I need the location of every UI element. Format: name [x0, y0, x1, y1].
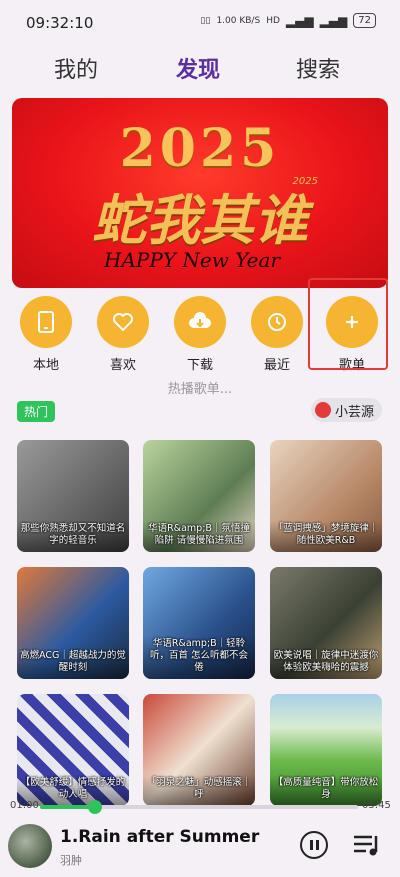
- quick-download-label: 下载: [186, 358, 213, 373]
- playlist-card[interactable]: 「羽泉之魅」动感摇滚｜呼: [143, 694, 255, 806]
- song-artist: 羽肿: [60, 854, 82, 867]
- history-icon: [268, 313, 286, 331]
- playlist-caption: 华语R&amp;B｜轻聆听，百首 怎么听都不会倦: [143, 636, 255, 679]
- top-tabs: 我的 发现 搜索: [0, 52, 400, 88]
- progress-handle[interactable]: [88, 800, 103, 814]
- playlist-caption: 欧美说唱｜旋律中迷渡你体验欧美嗨哈的震撼: [270, 648, 382, 679]
- source-dot-icon: [314, 402, 331, 418]
- current-time: 01:00: [10, 800, 39, 811]
- playlist-caption: 华语R&amp;B｜氛悟撞陷阱 请慢慢陷进氛围: [143, 521, 255, 552]
- hd-icon: HD: [266, 15, 280, 26]
- heart-icon: [113, 313, 133, 331]
- progress-track[interactable]: [40, 800, 358, 814]
- quick-local-button[interactable]: 本地: [11, 296, 81, 373]
- playlist-card[interactable]: 华语R&amp;B｜氛悟撞陷阱 请慢慢陷进氛围: [143, 440, 255, 552]
- quick-download-button[interactable]: 下载: [165, 296, 235, 373]
- signal-icon-2: ▂▄▆: [319, 13, 348, 28]
- cloud-download-icon: [189, 312, 211, 328]
- source-selector[interactable]: 小芸源: [310, 398, 382, 422]
- vibrate-icon: ▯▯: [200, 15, 211, 26]
- status-time: 09:32:10: [26, 14, 94, 32]
- hot-badge[interactable]: 热门: [17, 401, 56, 422]
- playback-progress: 01:00 05:45: [0, 798, 400, 818]
- quick-like-label: 喜欢: [109, 358, 136, 373]
- tab-discover[interactable]: 发现: [176, 52, 220, 84]
- playlist-queue-icon[interactable]: [352, 832, 382, 858]
- banner-year: 2025: [119, 118, 281, 179]
- album-cover[interactable]: [8, 824, 52, 868]
- playlist-card[interactable]: 那些你熟悉却又不知道名字的轻音乐: [17, 440, 129, 552]
- quick-like-button[interactable]: 喜欢: [88, 296, 158, 373]
- tab-mine[interactable]: 我的: [54, 52, 98, 84]
- playlist-card[interactable]: 「蓝调拽感」梦境旋律｜随性欧美R&B: [270, 440, 382, 552]
- playlist-caption: 那些你熟悉却又不知道名字的轻音乐: [17, 521, 129, 552]
- playlist-card[interactable]: 【高质量纯音】带你放松身: [270, 694, 382, 806]
- banner-small-year: 2025: [292, 176, 318, 187]
- quick-local-label: 本地: [32, 358, 59, 373]
- hot-hint: 热播歌单...: [167, 382, 233, 397]
- progress-fill: [40, 805, 96, 809]
- quick-recent-button[interactable]: 最近: [242, 296, 312, 373]
- mini-player[interactable]: 1.Rain after Summer 羽肿: [0, 818, 400, 877]
- banner-subtitle: HAPPY New Year: [104, 248, 280, 272]
- total-time: 05:45: [362, 800, 391, 811]
- banner-title: 蛇我其谁: [92, 188, 308, 252]
- playlist-card[interactable]: 【欧美舒缓】情感抒发的动人唱: [17, 694, 129, 806]
- playlist-caption: 「蓝调拽感」梦境旋律｜随性欧美R&B: [270, 521, 382, 552]
- status-icons: ▯▯ 1.00 KB/S HD ▂▄▆ ▂▄▆ 72: [201, 13, 376, 28]
- playlist-card[interactable]: 华语R&amp;B｜轻聆听，百首 怎么听都不会倦: [143, 567, 255, 679]
- promo-banner[interactable]: 2025 蛇我其谁 2025 HAPPY New Year: [12, 98, 388, 288]
- highlight-box: [308, 278, 388, 370]
- signal-icon: ▂▄▆: [285, 13, 314, 28]
- net-speed: 1.00 KB/S: [216, 15, 261, 26]
- tablet-icon: [38, 311, 54, 333]
- status-bar: 09:32:10 ▯▯ 1.00 KB/S HD ▂▄▆ ▂▄▆ 72: [0, 0, 400, 44]
- pause-button[interactable]: [300, 831, 328, 859]
- playlist-card[interactable]: 高燃ACG｜超越战力的觉醒时刻: [17, 567, 129, 679]
- song-title: 1.Rain after Summer: [60, 827, 260, 847]
- playlist-card[interactable]: 欧美说唱｜旋律中迷渡你体验欧美嗨哈的震撼: [270, 567, 382, 679]
- playlist-caption: 高燃ACG｜超越战力的觉醒时刻: [17, 648, 129, 679]
- tab-search[interactable]: 搜索: [296, 52, 340, 84]
- battery-icon: 72: [353, 13, 376, 28]
- source-label: 小芸源: [334, 404, 374, 420]
- quick-recent-label: 最近: [263, 358, 290, 373]
